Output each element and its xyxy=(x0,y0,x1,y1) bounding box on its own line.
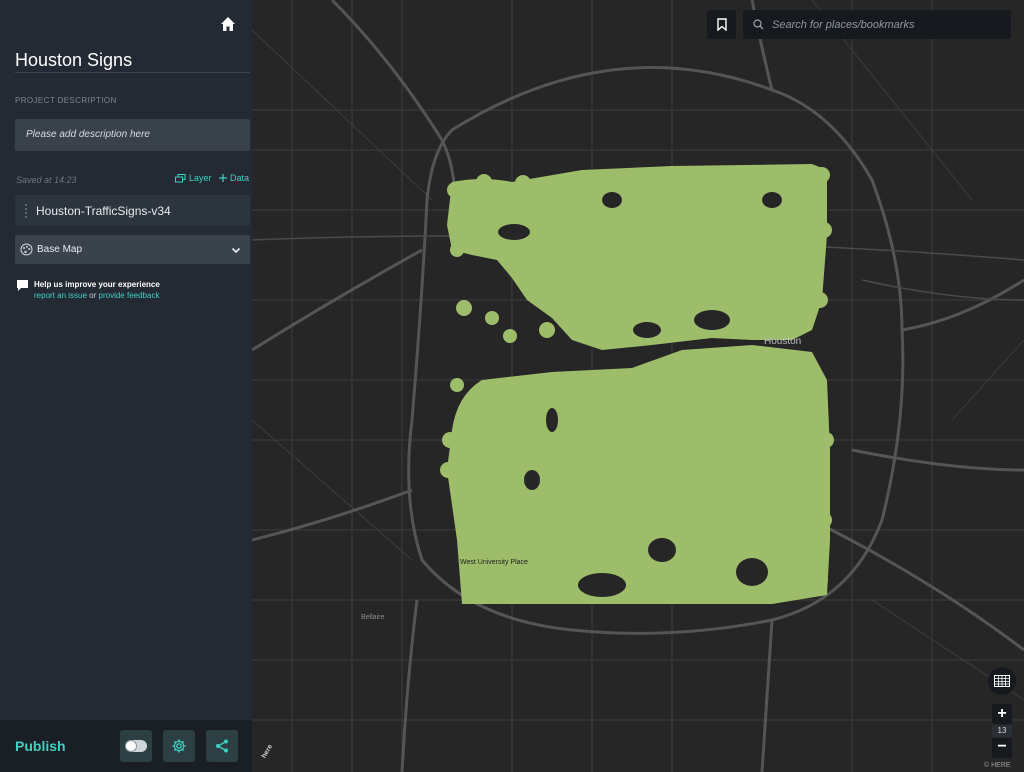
comment-icon xyxy=(17,280,28,291)
zoom-in-button[interactable]: + xyxy=(992,704,1012,724)
layers-icon xyxy=(175,173,186,182)
bookmark-button[interactable] xyxy=(707,10,736,39)
basemap-roads xyxy=(252,0,1024,772)
report-issue-link[interactable]: report an issue xyxy=(34,291,87,300)
project-description-input[interactable]: Please add description here xyxy=(15,119,250,151)
add-layer-label: Layer xyxy=(189,173,212,183)
home-icon[interactable] xyxy=(218,14,238,34)
map-attribution[interactable]: © HERE xyxy=(984,762,1011,769)
map-label-west-university-place: West University Place xyxy=(460,559,528,566)
zoom-level: 13 xyxy=(992,725,1012,737)
map-canvas[interactable]: Houston West University Place Bellaire h… xyxy=(252,0,1024,772)
search-bar xyxy=(743,10,1011,39)
app-root: Houston Signs PROJECT DESCRIPTION Please… xyxy=(0,0,1024,772)
dataset-item[interactable]: Houston-TrafficSigns-v34 xyxy=(15,195,250,226)
dataset-name: Houston-TrafficSigns-v34 xyxy=(36,203,171,218)
data-table-button[interactable] xyxy=(988,667,1016,695)
gear-icon xyxy=(172,739,186,753)
zoom-out-button[interactable]: − xyxy=(992,738,1012,758)
map-label-houston: Houston xyxy=(764,336,802,347)
search-input[interactable] xyxy=(772,18,1002,31)
search-icon xyxy=(753,19,764,30)
title-divider xyxy=(15,72,250,73)
add-data-label: Data xyxy=(230,173,250,183)
settings-button[interactable] xyxy=(163,730,195,762)
feedback-title: Help us improve your experience xyxy=(34,280,160,289)
feedback-or: or xyxy=(89,291,97,300)
sidebar-footer: Publish xyxy=(0,720,252,772)
map-label-bellaire: Bellaire xyxy=(361,614,385,621)
toggle-icon xyxy=(125,740,147,752)
chevron-down-icon xyxy=(231,247,241,253)
project-description-label: PROJECT DESCRIPTION xyxy=(15,96,117,105)
drag-handle-icon[interactable] xyxy=(19,203,33,218)
sidebar: Houston Signs PROJECT DESCRIPTION Please… xyxy=(0,0,252,772)
provide-feedback-link[interactable]: provide feedback xyxy=(99,291,160,300)
project-title[interactable]: Houston Signs xyxy=(15,50,132,71)
share-icon xyxy=(216,739,228,753)
basemap-label: Base Map xyxy=(37,244,83,255)
add-data-button[interactable]: Data xyxy=(219,173,249,183)
table-icon xyxy=(994,675,1010,687)
palette-icon xyxy=(20,243,33,256)
publish-button[interactable]: Publish xyxy=(15,738,66,754)
share-button[interactable] xyxy=(206,730,238,762)
feedback-prompt: Help us improve your experience report a… xyxy=(16,279,160,301)
toggle-button[interactable] xyxy=(120,730,152,762)
bookmark-icon xyxy=(716,18,727,31)
plus-icon xyxy=(219,174,227,182)
basemap-selector[interactable]: Base Map xyxy=(15,235,250,264)
add-layer-button[interactable]: Layer xyxy=(175,173,212,183)
saved-status: Saved at 14:23 xyxy=(16,175,77,185)
